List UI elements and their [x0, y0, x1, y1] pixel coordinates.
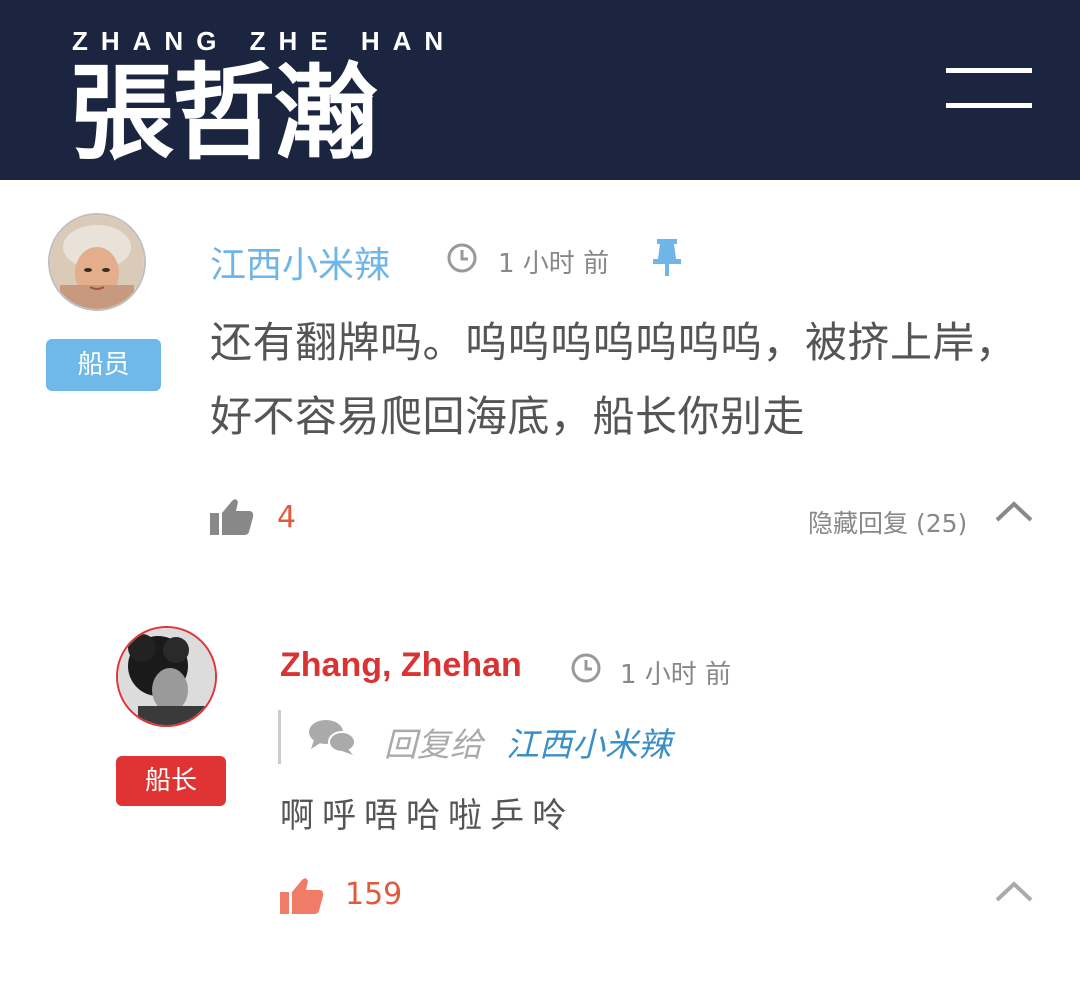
- hide-replies-label: 隐藏回复: [808, 509, 909, 538]
- pin-icon: [653, 239, 681, 276]
- hamburger-menu-icon[interactable]: [946, 68, 1032, 108]
- reply-to-label: 回复给: [384, 725, 483, 764]
- avatar[interactable]: [116, 626, 217, 727]
- reply-to-user-link[interactable]: 江西小米辣: [506, 718, 671, 766]
- thumbs-up-icon[interactable]: [210, 497, 254, 537]
- like-count: 159: [345, 877, 403, 912]
- comment-time: 1 小时 前: [620, 660, 732, 690]
- comment-text: 还有翻牌吗。呜呜呜呜呜呜呜，被挤上岸，好不容易爬回海底，船长你别走: [210, 318, 1018, 441]
- crew-badge: 船员: [46, 339, 161, 391]
- comment-author[interactable]: Zhang, Zhehan: [280, 646, 522, 685]
- site-header: ZHANG ZHE HAN 張哲瀚: [0, 0, 1080, 180]
- comment-time: 1 小时 前: [498, 249, 610, 279]
- avatar[interactable]: [48, 213, 146, 311]
- like-count: 4: [277, 500, 297, 535]
- captain-badge: 船长: [116, 756, 226, 806]
- clock-icon: [571, 653, 601, 683]
- clock-icon: [447, 243, 477, 273]
- comments-icon: [309, 720, 356, 755]
- comment-author[interactable]: 江西小米辣: [210, 236, 390, 288]
- hide-replies-button[interactable]: 隐藏回复 (25): [808, 504, 967, 540]
- chevron-up-icon[interactable]: [994, 499, 1034, 523]
- chevron-up-icon[interactable]: [994, 879, 1034, 903]
- brand-logo-text[interactable]: 張哲瀚: [70, 58, 378, 168]
- thumbs-up-icon[interactable]: [280, 876, 324, 916]
- reply-count: (25): [915, 509, 968, 538]
- comment-text: 啊呼唔哈啦乒呤: [280, 796, 574, 836]
- quote-divider: [278, 710, 281, 764]
